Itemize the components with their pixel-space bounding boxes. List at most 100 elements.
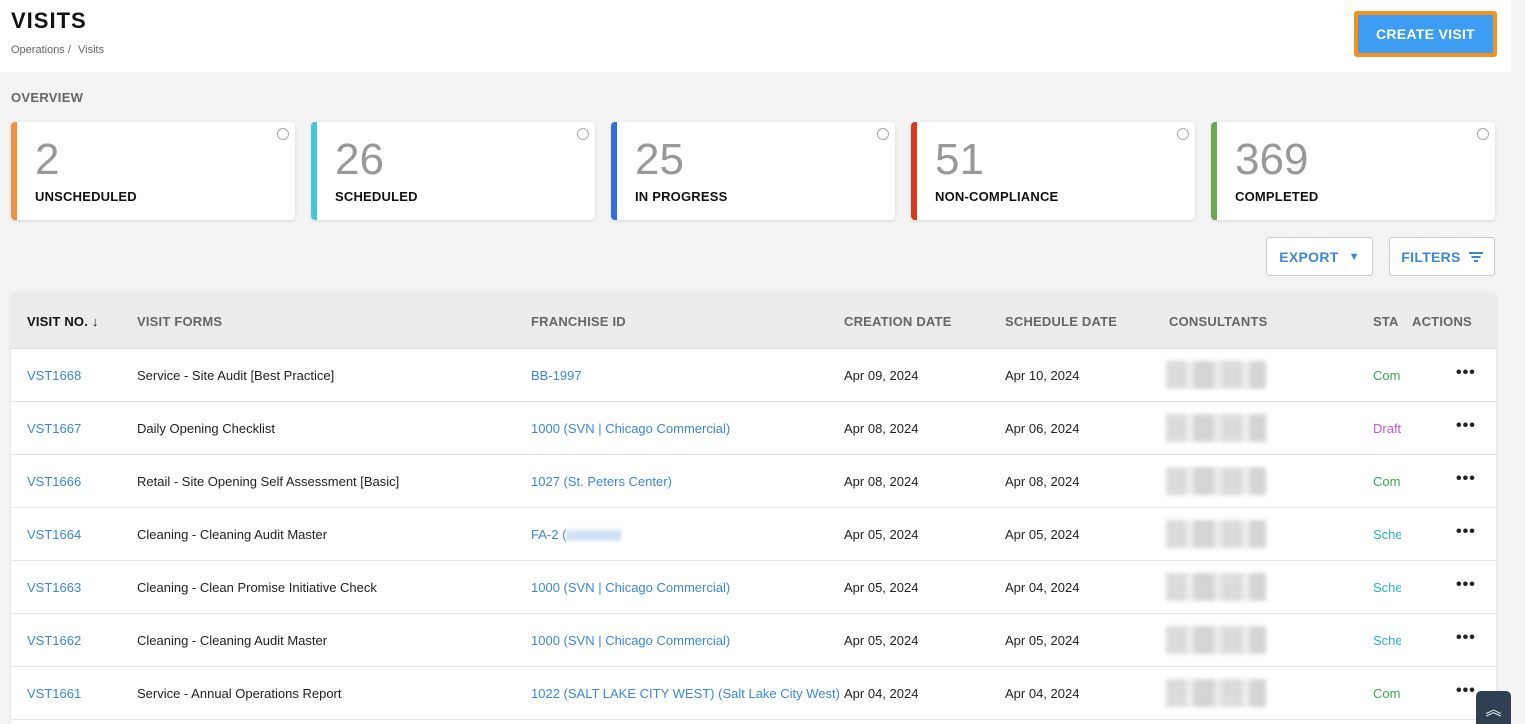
table-row[interactable]: VST1662 Cleaning - Cleaning Audit Master 1…	[11, 614, 1496, 667]
visits-table: VISIT NO. ↓ VISIT FORMS FRANCHISE ID CRE…	[11, 292, 1496, 724]
consultant-avatars-redacted	[1166, 414, 1266, 442]
stat-label: UNSCHEDULED	[35, 189, 137, 204]
page-header: VISITS Operations / Visits CREATE VISIT	[0, 0, 1511, 72]
breadcrumb-operations[interactable]: Operations /	[11, 44, 71, 56]
status-badge: Sche	[1373, 580, 1401, 595]
export-label: EXPORT	[1279, 248, 1339, 265]
status-badge: Sche	[1373, 527, 1401, 542]
more-horizontal-icon[interactable]: •••	[1456, 576, 1476, 594]
stat-label: IN PROGRESS	[635, 189, 728, 204]
creation-date-cell: Apr 05, 2024	[844, 527, 919, 542]
stat-card-in-progress[interactable]: 25 IN PROGRESS	[611, 122, 895, 220]
schedule-date-cell: Apr 04, 2024	[1005, 686, 1080, 701]
breadcrumb: Operations / Visits	[11, 44, 108, 56]
creation-date-cell: Apr 05, 2024	[844, 633, 919, 648]
visit-number-link[interactable]: VST1666	[27, 474, 81, 489]
export-button[interactable]: EXPORT ▼	[1266, 237, 1373, 276]
table-row[interactable]: VST1664 Cleaning - Cleaning Audit Master F…	[11, 508, 1496, 561]
stat-label: NON-COMPLIANCE	[935, 189, 1059, 204]
franchise-link[interactable]: 1000 (SVN | Chicago Commercial)	[531, 421, 730, 436]
stat-count: 25	[635, 135, 684, 184]
more-horizontal-icon[interactable]: •••	[1456, 364, 1476, 382]
col-creation-date[interactable]: CREATION DATE	[844, 314, 952, 329]
more-horizontal-icon[interactable]: •••	[1456, 682, 1476, 700]
schedule-date-cell: Apr 10, 2024	[1005, 368, 1080, 383]
schedule-date-cell: Apr 06, 2024	[1005, 421, 1080, 436]
visit-number-link[interactable]: VST1663	[27, 580, 81, 595]
create-visit-button[interactable]: CREATE VISIT	[1354, 11, 1497, 57]
visit-form-cell: Service - Site Audit [Best Practice]	[137, 368, 335, 383]
visit-form-cell: Daily Opening Checklist	[137, 421, 276, 436]
franchise-link[interactable]: 1000 (SVN | Chicago Commercial)	[531, 580, 730, 595]
table-header: VISIT NO. ↓ VISIT FORMS FRANCHISE ID CRE…	[11, 292, 1496, 349]
creation-date-cell: Apr 09, 2024	[844, 368, 919, 383]
col-franchise-id[interactable]: FRANCHISE ID	[531, 314, 626, 329]
schedule-date-cell: Apr 04, 2024	[1005, 580, 1080, 595]
visit-number-link[interactable]: VST1667	[27, 421, 81, 436]
visit-number-link[interactable]: VST1668	[27, 368, 81, 383]
col-actions: ACTIONS	[1412, 314, 1472, 329]
table-row[interactable]: VST1663 Cleaning - Clean Promise Initiati…	[11, 561, 1496, 614]
scroll-to-top-button[interactable]: ︽	[1476, 691, 1511, 724]
schedule-date-cell: Apr 05, 2024	[1005, 633, 1080, 648]
more-horizontal-icon[interactable]: •••	[1456, 417, 1476, 435]
stat-count: 51	[935, 135, 984, 184]
radio-icon[interactable]	[1477, 128, 1489, 140]
redacted-text	[566, 530, 623, 542]
filters-label: FILTERS	[1401, 248, 1461, 265]
franchise-link[interactable]: 1000 (SVN | Chicago Commercial)	[531, 633, 730, 648]
table-row[interactable]: VST1667 Daily Opening Checklist 1000 (SVN …	[11, 402, 1496, 455]
franchise-link[interactable]: 1027 (St. Peters Center)	[531, 474, 672, 489]
franchise-link[interactable]: 1022 (SALT LAKE CITY WEST) (Salt Lake Ci…	[531, 686, 840, 701]
status-badge: Draft	[1373, 421, 1401, 436]
filter-icon	[1468, 251, 1483, 262]
table-row[interactable]: VST1668 Service - Site Audit [Best Practi…	[11, 349, 1496, 402]
schedule-date-cell: Apr 08, 2024	[1005, 474, 1080, 489]
filters-button[interactable]: FILTERS	[1389, 237, 1495, 276]
consultant-avatars-redacted	[1166, 520, 1266, 548]
status-badge: Sche	[1373, 633, 1401, 648]
stat-card-non-compliance[interactable]: 51 NON-COMPLIANCE	[911, 122, 1195, 220]
franchise-link[interactable]: BB-1997	[531, 368, 582, 383]
creation-date-cell: Apr 05, 2024	[844, 580, 919, 595]
visit-form-cell: Retail - Site Opening Self Assessment [B…	[137, 474, 400, 489]
status-badge: Com	[1373, 474, 1401, 489]
stat-card-unscheduled[interactable]: 2 UNSCHEDULED	[11, 122, 295, 220]
col-visit-no[interactable]: VISIT NO. ↓	[27, 314, 99, 329]
schedule-date-cell: Apr 05, 2024	[1005, 527, 1080, 542]
radio-icon[interactable]	[877, 128, 889, 140]
page-title: VISITS	[11, 8, 87, 33]
radio-icon[interactable]	[577, 128, 589, 140]
stat-label: SCHEDULED	[335, 189, 418, 204]
visit-number-link[interactable]: VST1661	[27, 686, 81, 701]
visit-number-link[interactable]: VST1664	[27, 527, 81, 542]
stat-card-scheduled[interactable]: 26 SCHEDULED	[311, 122, 595, 220]
double-chevron-up-icon: ︽	[1485, 701, 1502, 719]
breadcrumb-visits: Visits	[77, 44, 105, 56]
franchise-link[interactable]: FA-2 (	[531, 527, 623, 542]
visit-form-cell: Cleaning - Clean Promise Initiative Chec…	[137, 580, 377, 595]
table-row[interactable]: VST1661 Service - Annual Operations Repor…	[11, 667, 1496, 720]
consultant-avatars-redacted	[1166, 626, 1266, 654]
visit-form-cell: Service - Annual Operations Report	[137, 686, 342, 701]
visit-form-cell: Cleaning - Cleaning Audit Master	[137, 633, 328, 648]
visit-number-link[interactable]: VST1662	[27, 633, 81, 648]
stat-count: 26	[335, 135, 384, 184]
more-horizontal-icon[interactable]: •••	[1456, 470, 1476, 488]
overview-label: OVERVIEW	[11, 90, 84, 105]
stat-card-completed[interactable]: 369 COMPLETED	[1211, 122, 1495, 220]
more-horizontal-icon[interactable]: •••	[1456, 629, 1476, 647]
radio-icon[interactable]	[1177, 128, 1189, 140]
col-consultants[interactable]: CONSULTANTS	[1169, 314, 1268, 329]
table-row[interactable]: VST1666 Retail - Site Opening Self Assess…	[11, 455, 1496, 508]
visit-form-cell: Cleaning - Cleaning Audit Master	[137, 527, 328, 542]
col-visit-forms[interactable]: VISIT FORMS	[137, 314, 222, 329]
consultant-avatars-redacted	[1166, 573, 1266, 601]
consultant-avatars-redacted	[1166, 361, 1266, 389]
creation-date-cell: Apr 08, 2024	[844, 474, 919, 489]
col-schedule-date[interactable]: SCHEDULE DATE	[1005, 314, 1117, 329]
col-status[interactable]: STA	[1373, 314, 1403, 329]
radio-icon[interactable]	[277, 128, 289, 140]
creation-date-cell: Apr 04, 2024	[844, 686, 919, 701]
more-horizontal-icon[interactable]: •••	[1456, 523, 1476, 541]
